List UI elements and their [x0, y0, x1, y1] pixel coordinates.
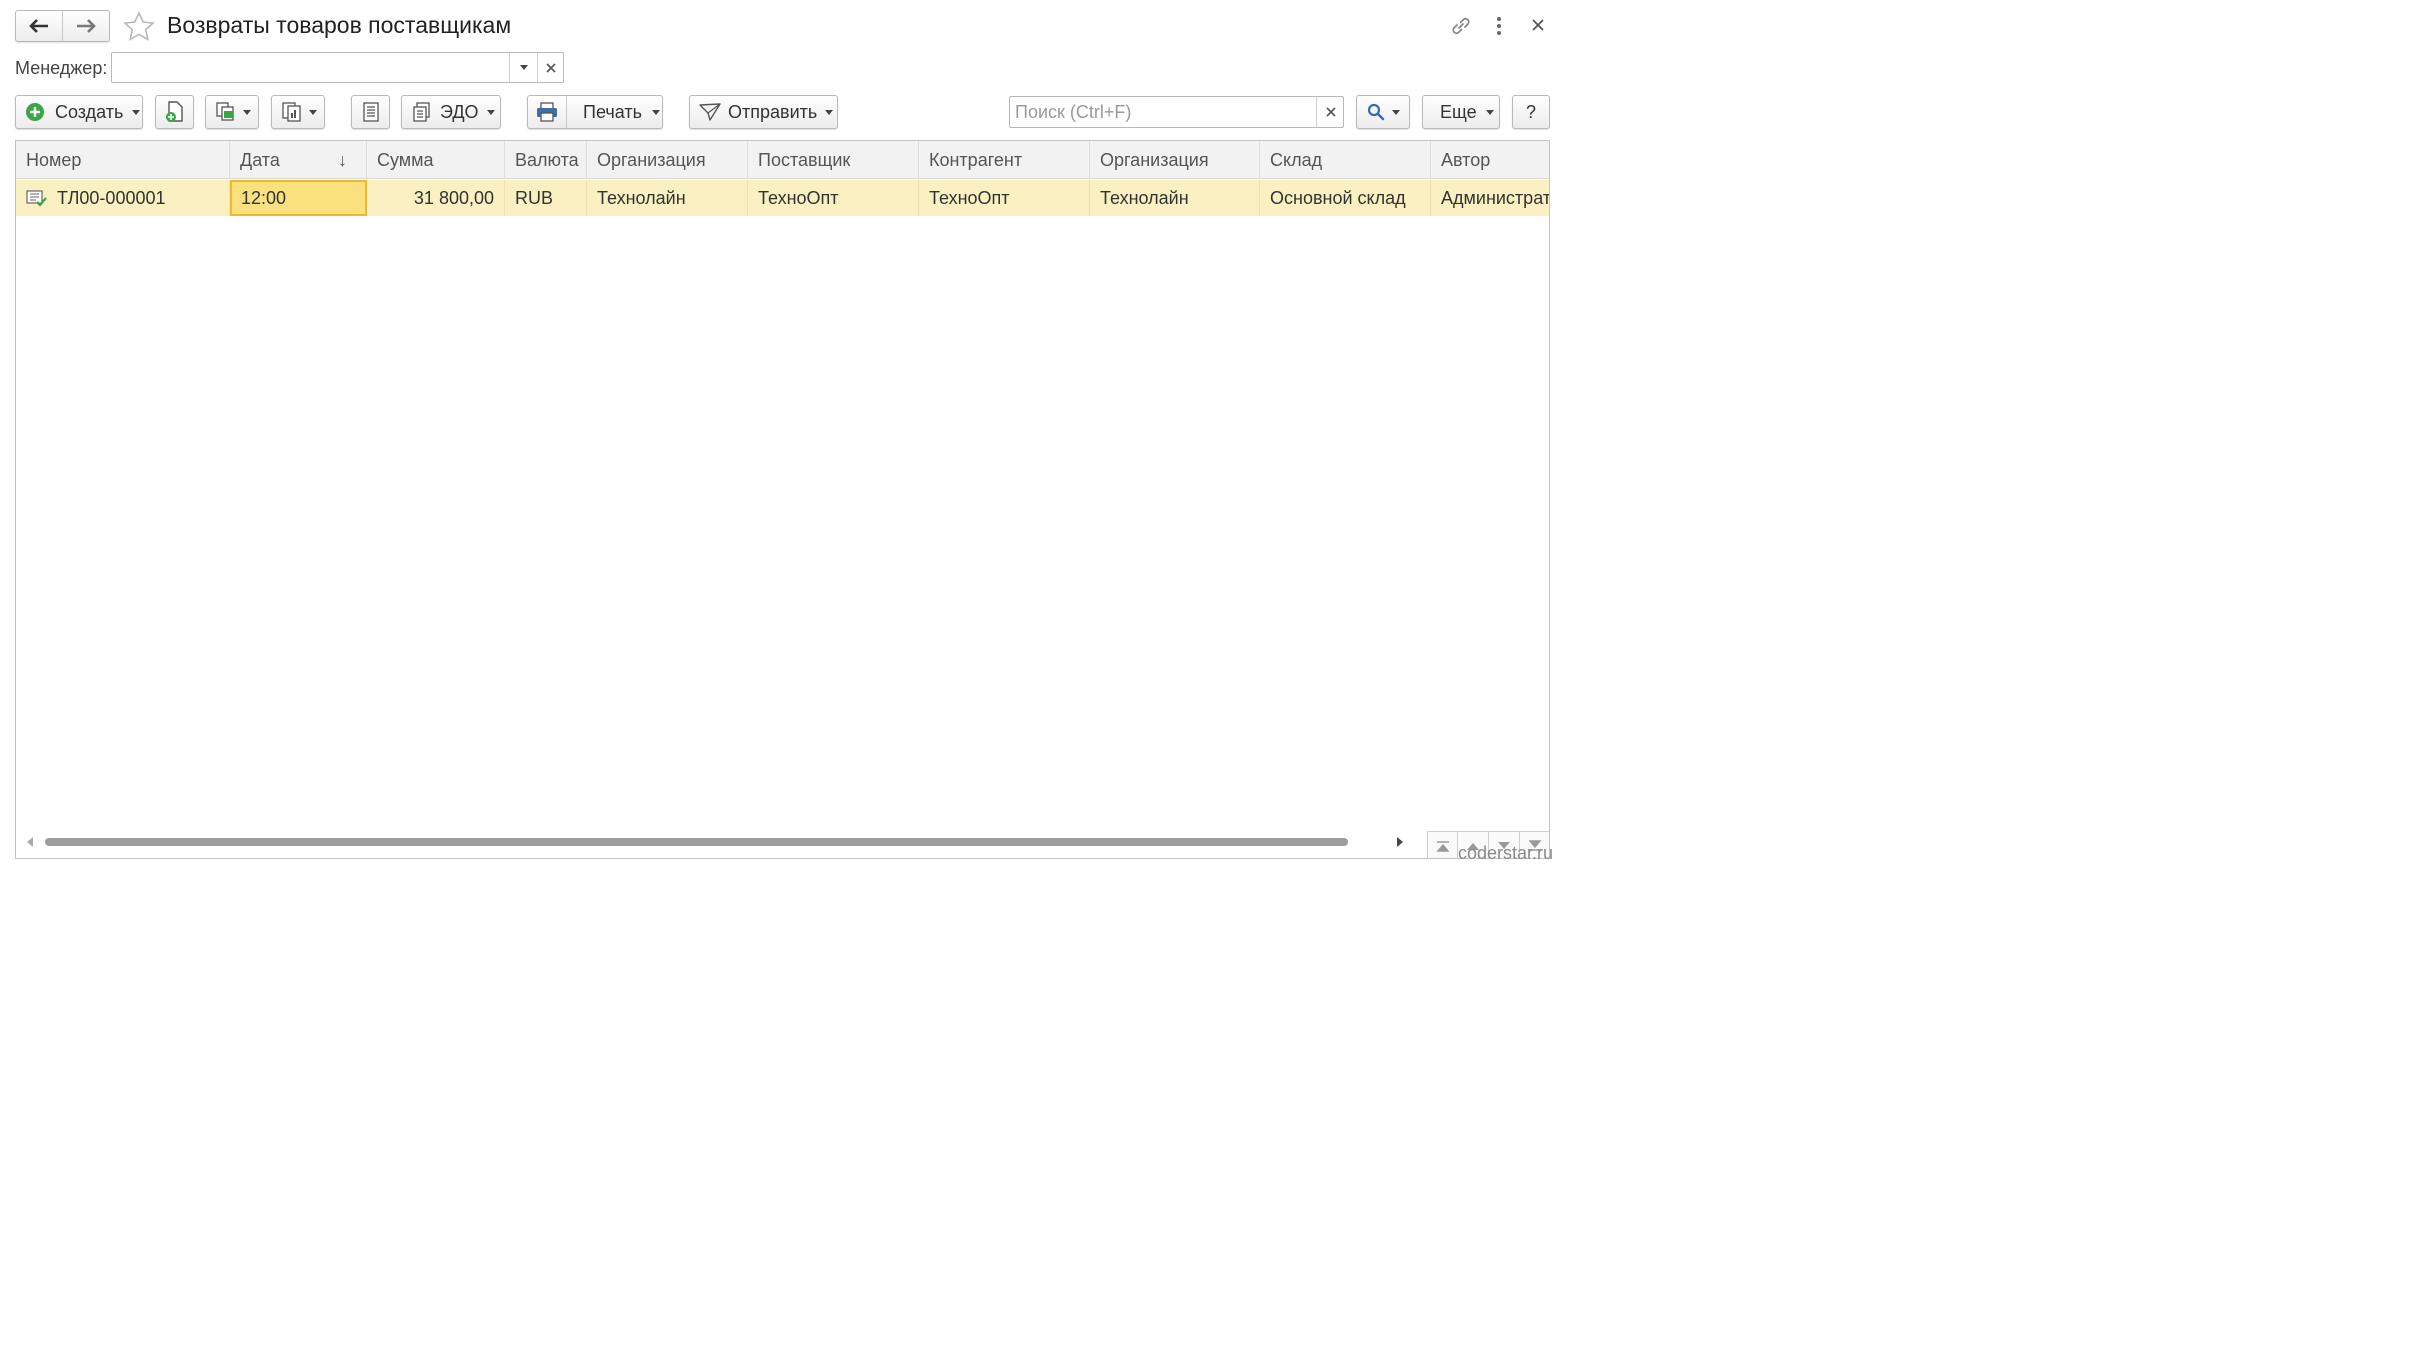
cell-counterparty[interactable]: ТехноОпт — [919, 180, 1090, 216]
print-label[interactable]: Печать — [583, 102, 642, 123]
go-first-button[interactable] — [1427, 831, 1458, 858]
manager-field[interactable] — [111, 52, 564, 83]
arrow-left-icon — [28, 19, 48, 33]
documents-table: Номер Дата ↓ Сумма Валюта Организация По… — [15, 140, 1550, 859]
chevron-down-icon — [1485, 109, 1494, 115]
clear-icon — [546, 62, 556, 73]
sort-arrow-icon: ↓ — [338, 150, 347, 170]
arrow-right-icon — [76, 19, 96, 33]
page-title: Возвраты товаров поставщикам — [167, 12, 512, 38]
chevron-down-icon — [519, 65, 528, 70]
table-row[interactable]: ТЛ00-000001 12:00 31 800,00 RUB Технолай… — [16, 180, 1549, 216]
report-icon — [282, 102, 301, 122]
reports-button[interactable] — [271, 95, 325, 129]
create-button[interactable]: Создать — [15, 95, 143, 129]
list-document-icon — [362, 102, 379, 122]
watermark: coderstar.ru — [1458, 843, 1554, 863]
manager-clear-button[interactable] — [537, 53, 564, 82]
list-view-button[interactable] — [351, 95, 390, 129]
chevron-down-icon — [1392, 109, 1400, 115]
cell-supplier[interactable]: ТехноОпт — [748, 180, 919, 216]
column-header-sum[interactable]: Сумма — [367, 141, 505, 179]
column-header-warehouse[interactable]: Склад — [1260, 141, 1431, 179]
plus-circle-icon — [26, 103, 44, 121]
cell-sum[interactable]: 31 800,00 — [367, 180, 505, 216]
column-header-date-label: Дата — [240, 150, 280, 170]
cell-organization-2[interactable]: Технолайн — [1090, 180, 1260, 216]
chevron-down-icon — [486, 109, 495, 115]
search-options-button[interactable] — [1356, 95, 1410, 129]
column-header-organization-2[interactable]: Организация — [1090, 141, 1260, 179]
column-header-author[interactable]: Автор — [1431, 141, 1549, 179]
more-label: Еще — [1440, 101, 1477, 122]
favorite-star-icon[interactable] — [123, 11, 155, 41]
column-header-currency[interactable]: Валюта — [505, 141, 587, 179]
chevron-down-icon — [132, 109, 141, 115]
cell-date[interactable]: 12:00 — [230, 180, 367, 216]
print-button-group: Печать — [527, 95, 663, 129]
column-header-organization[interactable]: Организация — [587, 141, 748, 179]
search-field[interactable] — [1009, 96, 1344, 128]
cell-number-text: ТЛ00-000001 — [57, 188, 166, 208]
help-label: ? — [1525, 101, 1536, 122]
document-posted-icon — [26, 190, 47, 207]
search-clear-button[interactable] — [1316, 97, 1344, 127]
chevron-down-icon — [825, 109, 834, 115]
create-based-on-button[interactable] — [155, 95, 194, 129]
more-button[interactable]: Еще — [1422, 95, 1500, 129]
nav-buttons — [15, 10, 110, 42]
copy-documents-button[interactable] — [205, 95, 259, 129]
column-header-counterparty[interactable]: Контрагент — [919, 141, 1090, 179]
edo-button[interactable]: ЭДО — [401, 95, 501, 129]
table-header: Номер Дата ↓ Сумма Валюта Организация По… — [16, 141, 1549, 179]
cell-organization[interactable]: Технолайн — [587, 180, 748, 216]
documents-green-icon — [216, 102, 234, 121]
printer-icon — [537, 102, 557, 122]
column-header-date[interactable]: Дата ↓ — [230, 141, 367, 179]
chevron-down-icon — [651, 109, 660, 115]
send-button[interactable]: Отправить — [689, 95, 838, 129]
send-icon — [699, 103, 721, 121]
more-vertical-icon[interactable] — [1491, 16, 1507, 36]
clear-icon — [1325, 107, 1336, 117]
back-button[interactable] — [16, 11, 63, 41]
manager-dropdown-button[interactable] — [509, 53, 537, 82]
go-first-icon — [1436, 840, 1449, 852]
send-label: Отправить — [728, 101, 818, 122]
column-header-number[interactable]: Номер — [16, 141, 230, 179]
search-input[interactable] — [1013, 98, 1313, 126]
print-icon-button[interactable] — [528, 96, 567, 128]
horizontal-scroll-thumb[interactable] — [45, 838, 1348, 846]
scroll-left-icon[interactable] — [26, 837, 34, 847]
manager-label: Менеджер: — [15, 58, 108, 78]
edo-icon — [413, 102, 430, 122]
chevron-down-icon — [309, 109, 317, 115]
create-label: Создать — [55, 101, 124, 122]
edo-label: ЭДО — [440, 101, 479, 122]
help-button[interactable]: ? — [1512, 95, 1550, 129]
cell-author[interactable]: Администратор — [1431, 180, 1549, 216]
chevron-down-icon — [243, 109, 251, 115]
forward-button[interactable] — [63, 11, 110, 41]
cell-number[interactable]: ТЛ00-000001 — [16, 180, 230, 216]
close-icon[interactable] — [1531, 18, 1545, 32]
scroll-right-icon[interactable] — [1396, 837, 1404, 847]
horizontal-scrollbar[interactable] — [16, 828, 1549, 858]
document-add-icon — [165, 101, 183, 122]
column-header-supplier[interactable]: Поставщик — [748, 141, 919, 179]
link-icon[interactable] — [1450, 15, 1472, 37]
cell-currency[interactable]: RUB — [505, 180, 587, 216]
search-icon — [1367, 103, 1385, 121]
cell-warehouse[interactable]: Основной склад — [1260, 180, 1431, 216]
